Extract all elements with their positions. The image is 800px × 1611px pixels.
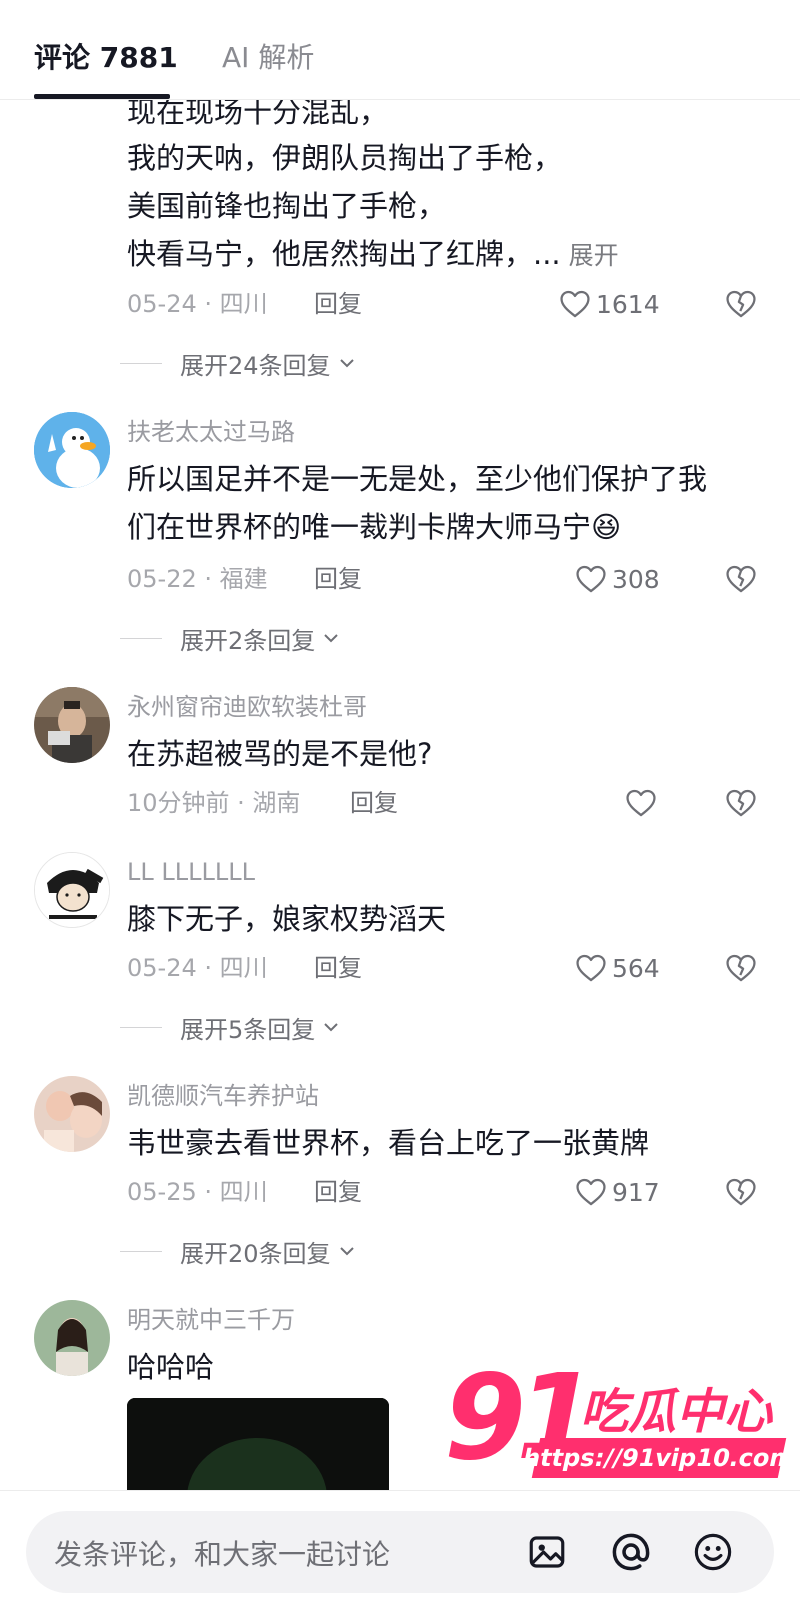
like-button[interactable]: 917 [574, 1175, 660, 1209]
avatar[interactable] [34, 852, 110, 928]
heart-icon [576, 565, 606, 593]
expand-replies-button[interactable]: 展开2条回复 [120, 623, 341, 655]
expand-replies-label: 展开5条回复 [180, 1015, 316, 1044]
expand-replies-button[interactable]: 展开24条回复 [120, 348, 357, 380]
like-count: 1614 [596, 289, 660, 319]
chevron-down-icon [324, 1023, 338, 1032]
broken-heart-icon[interactable] [724, 1175, 758, 1209]
like-count: 308 [612, 564, 660, 594]
reply-button[interactable]: 回复 [314, 953, 362, 983]
comment-text-line: 所以国足并不是一无是处，至少他们保护了我 [127, 462, 708, 496]
username[interactable]: 明天就中三千万 [127, 1305, 295, 1335]
active-tab-indicator [34, 94, 170, 99]
username[interactable]: 扶老太太过马路 [127, 417, 295, 447]
like-count: 917 [612, 1177, 660, 1207]
comment-text-content: 们在世界杯的唯一裁判卡牌大师马宁 [127, 510, 592, 544]
comment-text-line: 美国前锋也掏出了手枪， [127, 189, 447, 223]
comment-text-line: 现在现场十分混乱， [127, 100, 389, 129]
reply-button[interactable]: 回复 [314, 1177, 362, 1207]
comment-input-bar: 发条评论，和大家一起讨论 [0, 1490, 800, 1611]
person-avatar-icon [34, 687, 110, 763]
watermark-url: https://91vip10.com [520, 1438, 798, 1478]
comment-text-line: 我的天呐，伊朗队员掏出了手枪， [127, 141, 563, 175]
chevron-down-icon [324, 634, 338, 643]
comment-meta: 05-24 · 四川 [127, 290, 268, 318]
broken-heart-icon[interactable] [724, 786, 758, 820]
photo-avatar-icon [34, 1076, 110, 1152]
like-button[interactable]: 564 [574, 951, 660, 985]
divider [120, 362, 162, 364]
broken-heart-icon[interactable] [724, 287, 758, 321]
laughing-emoji-icon: 😆 [591, 510, 622, 544]
comment-meta: 05-25 · 四川 [127, 1178, 268, 1206]
heart-icon [560, 290, 590, 318]
comment-text-line: 哈哈哈 [127, 1350, 215, 1384]
watermark-logo: 91 吃瓜中心 https://91vip10.com [444, 1358, 798, 1492]
like-button[interactable] [624, 786, 658, 820]
comment-text-line: 快看马宁，他居然掏出了红牌，... 展开 [127, 230, 619, 280]
photo-avatar-icon [34, 1300, 110, 1376]
tab-comments[interactable]: 评论 7881 [34, 40, 178, 76]
emoji-icon[interactable] [692, 1531, 734, 1573]
comment-input-placeholder: 发条评论，和大家一起讨论 [54, 1538, 391, 1571]
comment-text-line: 韦世豪去看世界杯，看台上吃了一张黄牌 [127, 1126, 650, 1160]
expand-replies-label: 展开2条回复 [180, 626, 316, 655]
comment-text-content: 快看马宁，他居然掏出了红牌，... [127, 237, 561, 271]
avatar[interactable] [34, 687, 110, 763]
image-thumbnail-icon [127, 1398, 389, 1490]
like-count: 564 [612, 953, 660, 983]
heart-icon [576, 954, 606, 982]
comment-feed[interactable]: 现在现场十分混乱， 我的天呐，伊朗队员掏出了手枪， 美国前锋也掏出了手枪， 快看… [0, 100, 800, 1490]
heart-icon [626, 789, 656, 817]
comment-text-line: 们在世界杯的唯一裁判卡牌大师马宁😆 [127, 503, 621, 551]
avatar[interactable] [34, 412, 110, 488]
chevron-down-icon [339, 359, 354, 368]
expand-replies-button[interactable]: 展开5条回复 [120, 1012, 341, 1044]
avatar[interactable] [34, 1300, 110, 1376]
reply-button[interactable]: 回复 [350, 788, 398, 818]
comment-meta: 10分钟前 · 湖南 [127, 789, 301, 817]
comment-meta: 05-24 · 四川 [127, 954, 268, 982]
image-icon[interactable] [526, 1531, 568, 1573]
like-button[interactable]: 308 [574, 562, 660, 596]
divider [120, 1250, 162, 1252]
comment-image[interactable] [127, 1398, 389, 1490]
tab-ai-analysis[interactable]: AI 解析 [222, 40, 314, 76]
avatar[interactable] [34, 1076, 110, 1152]
comment-text-line: 在苏超被骂的是不是他? [127, 737, 433, 771]
mention-icon[interactable] [610, 1531, 652, 1573]
reply-button[interactable]: 回复 [314, 289, 362, 319]
expand-replies-label: 展开24条回复 [180, 351, 331, 380]
divider [120, 637, 162, 639]
expand-text-button[interactable]: 展开 [569, 241, 619, 270]
expand-replies-label: 展开20条回复 [180, 1239, 331, 1268]
like-button[interactable]: 1614 [558, 287, 660, 321]
comment-input[interactable]: 发条评论，和大家一起讨论 [26, 1511, 774, 1593]
cartoon-avatar-icon [35, 853, 109, 927]
broken-heart-icon[interactable] [724, 562, 758, 596]
expand-replies-button[interactable]: 展开20条回复 [120, 1236, 357, 1268]
comment-tabs: 评论 7881 AI 解析 [0, 0, 800, 100]
watermark-title: 吃瓜中心 [580, 1384, 773, 1440]
username[interactable]: 永州窗帘迪欧软装杜哥 [127, 692, 367, 722]
chevron-down-icon [339, 1247, 354, 1256]
username[interactable]: 凯德顺汽车养护站 [127, 1081, 319, 1111]
broken-heart-icon[interactable] [724, 951, 758, 985]
duck-avatar-icon [34, 412, 110, 488]
heart-icon [576, 1178, 606, 1206]
comment-meta: 05-22 · 福建 [127, 565, 268, 593]
divider [120, 1026, 162, 1028]
comment-text-line: 膝下无子，娘家权势滔天 [127, 902, 447, 936]
username[interactable]: LL LLLLLLL [127, 857, 255, 887]
reply-button[interactable]: 回复 [314, 564, 362, 594]
